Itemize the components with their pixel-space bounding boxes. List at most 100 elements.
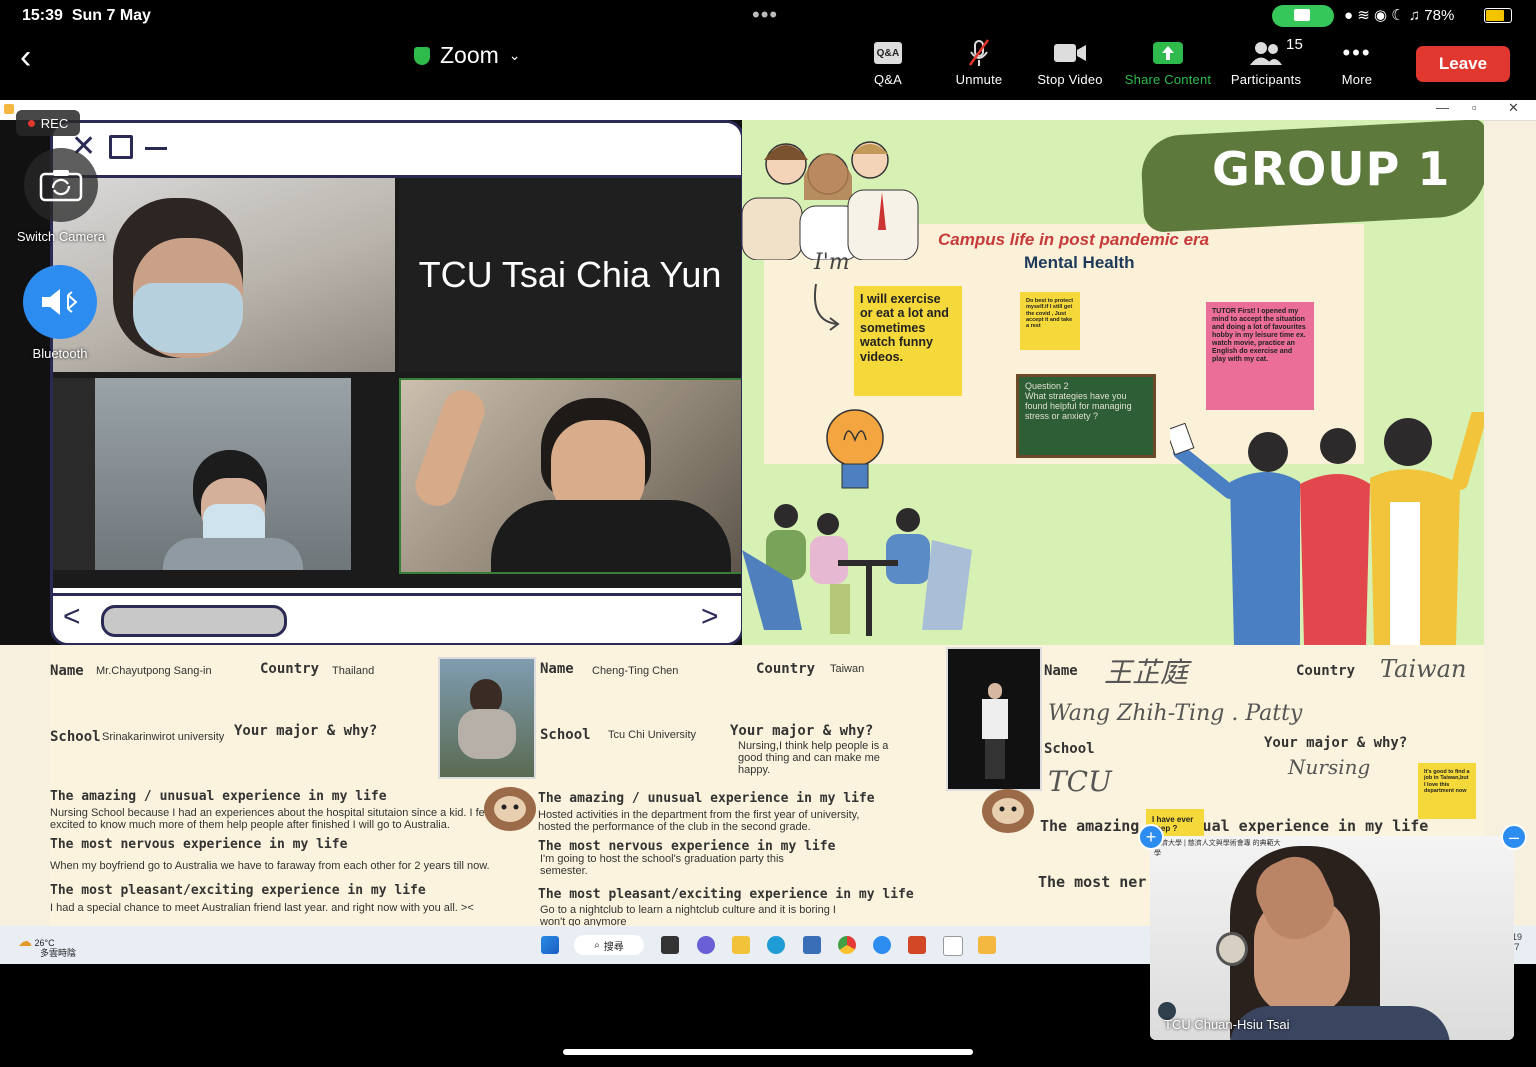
speaker-bluetooth-icon (42, 289, 78, 315)
video-tile-3-active[interactable] (399, 378, 741, 574)
multitask-dots-icon[interactable]: ••• (752, 2, 778, 28)
teams-chat-icon[interactable] (697, 936, 715, 954)
cheering-people-illustration (1170, 412, 1484, 645)
meeting-title[interactable]: Zoom ⌄ (414, 42, 521, 69)
frame-maximize-icon (109, 135, 133, 159)
profile1-school: Srinakarinwirot university (102, 731, 225, 743)
scroll-right-icon[interactable]: > (701, 600, 719, 634)
profile2-amazing: Hosted activities in the department from… (538, 809, 860, 833)
profile2-major: Nursing,I think help people is a good th… (738, 740, 889, 776)
participant-name-tile: TCU Tsai Chia Yun (399, 178, 741, 372)
participants-count: 15 (1286, 36, 1304, 53)
video-tile-1[interactable] (53, 178, 395, 372)
profile1-name: Mr.Chayutpong Sang-in (96, 665, 212, 677)
profile1-country: Thailand (332, 665, 375, 677)
bluetooth-label: Bluetooth (32, 346, 88, 361)
video-camera-icon (1054, 44, 1086, 62)
bluetooth-audio-button[interactable] (23, 265, 97, 339)
windows-start-icon[interactable] (541, 936, 559, 954)
camera-in-use-icon (1272, 5, 1334, 27)
profile1-amazing: Nursing School because I had an experien… (50, 807, 494, 831)
restore-icon[interactable]: ▫ (1472, 100, 1477, 115)
switch-camera-label: Switch Camera (16, 229, 106, 244)
profile3-name-roman: Wang Zhih-Ting . Patty (1048, 701, 1303, 726)
video-grid: TCU Tsai Chia Yun (53, 178, 741, 588)
minimize-icon[interactable]: — (1436, 100, 1449, 115)
document-icon[interactable] (943, 936, 963, 956)
store-icon[interactable] (803, 936, 821, 954)
share-arrow-icon (1153, 42, 1183, 64)
participants-button[interactable]: 15 Participants (1220, 36, 1312, 87)
sticky-note-profile3: It's good to find a job in Taiwan,but I … (1418, 763, 1476, 819)
profile1-nervous: When my boyfriend go to Australia we hav… (50, 860, 490, 872)
file-explorer-icon[interactable] (732, 936, 750, 954)
video-tile-2[interactable] (53, 378, 351, 570)
chalkboard: Question 2 What strategies have you foun… (1016, 374, 1156, 458)
taskbar-search[interactable]: ⌕ 搜尋 (574, 935, 644, 955)
sloth-icon (484, 787, 536, 831)
profile2-school: Tcu Chi University (608, 729, 697, 741)
handwriting-im: I'm (814, 250, 850, 275)
frame-minimize-icon (145, 147, 167, 150)
chrome-icon[interactable] (838, 936, 856, 954)
unmute-button[interactable]: Unmute (934, 38, 1024, 87)
profile2-country: Taiwan (830, 663, 865, 675)
people-illustration-icon (742, 141, 919, 260)
slide-subtitle: Campus life in post pandemic era (938, 230, 1210, 249)
pip-video[interactable]: 慈濟大學 | 慈濟人文與學術會專 的典範大學 (1150, 836, 1514, 1040)
edge-icon[interactable] (767, 936, 785, 954)
frame-top-bar: ✕ (53, 123, 741, 178)
profile3-school: TCU (1048, 765, 1112, 798)
record-dot-icon (27, 119, 35, 127)
home-indicator[interactable] (563, 1049, 973, 1055)
switch-camera-button[interactable] (24, 148, 98, 222)
app-icon (4, 104, 14, 114)
status-time: 15:39 Sun 7 May (22, 7, 151, 24)
more-dots-icon: ••• (1342, 40, 1372, 65)
profile2-photo (438, 657, 536, 779)
curved-arrow-icon (814, 283, 840, 331)
scroll-left-icon[interactable]: < (63, 600, 81, 634)
window-titlebar: — ▫ ✕ (0, 100, 1536, 121)
stop-video-button[interactable]: Stop Video (1025, 38, 1115, 87)
qa-button[interactable]: Q&A Q&A (843, 38, 933, 87)
face-mask (133, 283, 243, 353)
sticky-note-small: Do best to protect myself.if I still get… (1020, 292, 1080, 350)
profile1-pleasant: I had a special chance to meet Australia… (50, 902, 474, 914)
back-chevron-icon[interactable]: ‹ (20, 38, 31, 77)
profile2-pleasant: Go to a nightclub to learn a nightclub c… (540, 904, 836, 927)
pip-participant-name: TCU Chuan-Hsiu Tsai (1164, 1017, 1290, 1032)
weather-widget[interactable]: ☁ 26°C 多雲時陰 (18, 933, 76, 959)
leave-button[interactable]: Leave (1416, 46, 1510, 82)
lightbulb-icon (826, 409, 884, 489)
recording-badge: REC (16, 110, 80, 136)
zoom-app-icon[interactable] (873, 936, 891, 954)
profile2-nervous: I'm going to host the school's graduatio… (540, 853, 784, 877)
profile3-major: Nursing (1288, 755, 1371, 779)
sticky-note-yellow: I will exercise or eat a lot and sometim… (854, 286, 962, 396)
share-content-button[interactable]: Share Content (1118, 38, 1218, 87)
search-icon: ⌕ (594, 939, 600, 951)
task-view-icon[interactable] (661, 936, 679, 954)
shared-screen: — ▫ ✕ ✕ TCU Tsai Chia Yun < > GROUP 1 Ca… (0, 100, 1536, 964)
close-icon[interactable]: ✕ (1508, 100, 1519, 116)
pip-expand-button[interactable]: + (1138, 824, 1164, 850)
media-player-icon[interactable] (978, 936, 996, 954)
more-button[interactable]: ••• More (1312, 38, 1402, 87)
group-title: GROUP 1 (1212, 142, 1451, 196)
profile3-country: Taiwan (1380, 655, 1467, 683)
group-slide: GROUP 1 Campus life in post pandemic era… (742, 120, 1484, 645)
profile2-name: Cheng-Ting Chen (592, 665, 679, 677)
cloud-sun-icon: ☁ (18, 933, 32, 949)
switch-camera-icon (39, 170, 83, 202)
people-at-table-illustration (742, 504, 972, 636)
scroll-thumb[interactable] (101, 605, 287, 637)
pip-minimize-button[interactable]: – (1501, 824, 1527, 850)
slide-topic: Mental Health (1024, 253, 1135, 272)
status-bar: 15:39 Sun 7 May ••• ● ≋ ◉ ☾ ♫ 78% (0, 0, 1536, 32)
powerpoint-icon[interactable] (908, 936, 926, 954)
shield-icon (414, 46, 430, 65)
qa-icon: Q&A (874, 42, 902, 64)
frame-scrollbar: < > (53, 593, 741, 643)
zoom-toolbar: ‹ Zoom ⌄ Q&A Q&A Unmute Stop Video Share… (0, 32, 1536, 98)
